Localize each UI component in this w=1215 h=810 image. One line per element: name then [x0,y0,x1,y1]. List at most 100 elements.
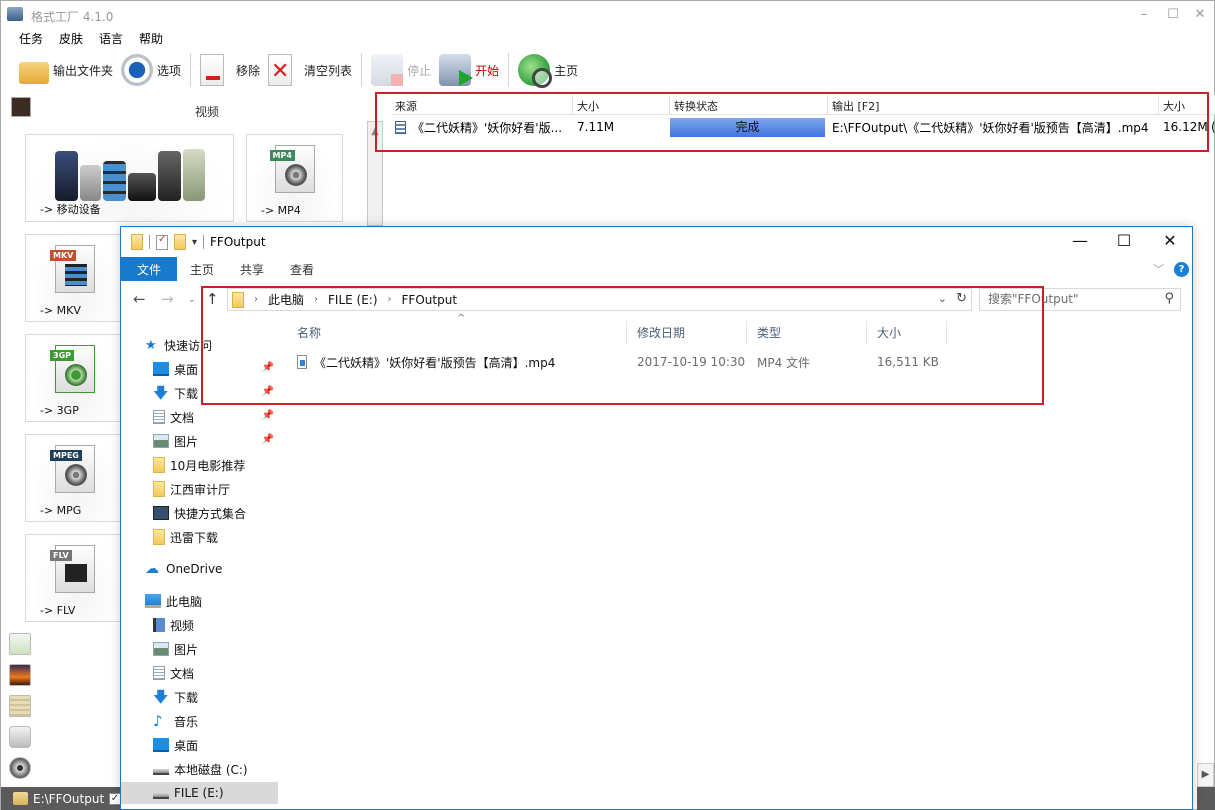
col-size[interactable]: 大小 [573,95,670,115]
menu-task[interactable]: 任务 [19,30,43,48]
address-dropdown-icon[interactable]: ⌄ [938,292,947,305]
homepage-button[interactable]: 主页 [514,52,582,88]
utilities-icon[interactable] [9,757,31,779]
customize-dropdown-icon[interactable]: ▾ [192,237,197,248]
pin-icon[interactable]: 📌 [262,410,274,421]
tile-mobile-device[interactable]: -> 移动设备 [25,134,234,222]
nav-item-local-disk[interactable]: 本地磁盘 (C:) [121,758,278,780]
nav-item-documents[interactable]: 文档 [121,662,278,684]
pin-icon[interactable]: 📌 [262,434,274,445]
new-folder-icon[interactable] [174,234,186,250]
ff-close-button[interactable]: ✕ [1190,7,1210,22]
explorer-minimize-button[interactable]: — [1065,231,1095,250]
breadcrumb-this-pc[interactable]: 此电脑 [268,291,304,308]
col-modified[interactable]: 修改日期 [627,321,747,345]
search-icon[interactable]: ⚲ [1164,291,1174,306]
col-name[interactable]: 名称 [287,321,627,345]
clear-list-button[interactable]: 清空列表 [264,52,356,88]
menu-help[interactable]: 帮助 [139,30,163,48]
rom-device-icon[interactable] [9,726,31,748]
nav-item-this-pc[interactable]: 此电脑 [121,590,278,612]
nav-item-quick-access-star[interactable]: ★ 快速访问 [121,334,278,356]
nav-item-downloads[interactable]: 🡇 下载 📌 [121,382,278,404]
pin-icon[interactable]: 📌 [262,362,274,373]
nav-item-documents[interactable]: 文档 📌 [121,406,278,428]
breadcrumb-chevron-icon[interactable]: › [254,294,258,305]
tile-flv[interactable]: FLV -> FLV [25,534,125,622]
ff-maximize-button[interactable]: ☐ [1163,7,1183,22]
breadcrumb-chevron-icon[interactable]: › [388,294,392,305]
breadcrumb-file-drive[interactable]: FILE (E:) [328,293,378,307]
tile-mp4[interactable]: MP4 -> MP4 [246,134,343,222]
resize-grip[interactable] [1197,787,1215,810]
breadcrumb-ffoutput[interactable]: FFOutput [402,293,458,307]
col-size[interactable]: 大小 [867,321,947,345]
nav-item-downloads[interactable]: 🡇 下载 [121,686,278,708]
tile-mpg[interactable]: MPEG -> MPG [25,434,125,522]
onedrive-cloud-icon: ☁ [145,561,159,577]
pin-icon[interactable]: 📌 [262,386,274,397]
options-label: 选项 [157,63,182,78]
nav-item-label: 下载 [174,386,199,401]
ff-toolbar: 输出文件夹 选项 移除 清空列表 停止 开始 主页 [15,51,582,89]
file-row[interactable]: 《二代妖精》'妖你好看'版预告【高清】.mp4 2017-10-19 10:30… [287,351,947,373]
explorer-titlebar: ▾ FFOutput — ☐ ✕ [121,227,1192,257]
audio-icon[interactable] [9,633,31,655]
forward-arrow-icon[interactable]: → [161,290,174,308]
nav-item-folder[interactable]: 10月电影推荐 [121,454,278,476]
help-icon[interactable]: ? [1174,262,1189,277]
tab-home[interactable]: 主页 [177,257,227,281]
options-button[interactable]: 选项 [117,52,185,88]
properties-icon[interactable] [156,234,168,250]
scroll-right-arrow-icon[interactable]: ▶ [1197,763,1214,787]
up-arrow-icon[interactable]: ↑ [206,290,219,308]
tile-3gp[interactable]: 3GP -> 3GP [25,334,125,422]
remove-button[interactable]: 移除 [196,52,264,88]
breadcrumb-chevron-icon[interactable]: › [314,294,318,305]
col-type[interactable]: 类型 [747,321,867,345]
nav-item-label: 桌面 [174,362,199,377]
back-arrow-icon[interactable]: ← [133,290,146,308]
output-path[interactable]: E:\FFOutput [33,792,104,806]
picture-icon[interactable] [9,664,31,686]
task-row[interactable]: 《二代妖精》'妖你好看'版... 7.11M 完成 E:\FFOutput\《二… [391,116,1215,138]
stop-button[interactable]: 停止 [367,52,435,88]
col-status[interactable]: 转换状态 [670,95,828,115]
col-source[interactable]: 来源 [391,95,573,115]
refresh-icon[interactable]: ↻ [956,291,967,306]
nav-item-desktop[interactable]: 桌面 📌 [121,358,278,380]
nav-item-shortcut-folder[interactable]: 快捷方式集合 [121,502,278,524]
nav-item-pictures[interactable]: 图片 📌 [121,430,278,452]
col-output-size[interactable]: 大小 [1159,95,1215,115]
start-button[interactable]: 开始 [435,52,503,88]
nav-item-desktop[interactable]: 桌面 [121,734,278,756]
nav-item-folder[interactable]: 迅雷下载 [121,526,278,548]
tile-scrollbar[interactable]: ▲ [367,121,383,226]
document-icon[interactable] [9,695,31,717]
tile-mkv[interactable]: MKV -> MKV [25,234,125,322]
tab-view[interactable]: 查看 [277,257,327,281]
output-folder-button[interactable]: 输出文件夹 [15,52,117,88]
recent-locations-chevron-icon[interactable]: ⌄ [188,295,196,305]
nav-item-videos[interactable]: 视频 [121,614,278,636]
category-header-video[interactable]: 视频 [9,97,364,121]
expand-ribbon-chevron-icon[interactable]: ﹀ [1153,261,1164,277]
video-file-icon [395,120,406,134]
explorer-close-button[interactable]: ✕ [1155,231,1185,250]
nav-item-drive[interactable]: FILE (E:) [121,782,278,804]
ff-minimize-button[interactable]: – [1134,7,1154,22]
search-input[interactable] [988,292,1158,306]
explorer-maximize-button[interactable]: ☐ [1109,231,1139,250]
tab-share[interactable]: 共享 [227,257,277,281]
address-bar[interactable]: › 此电脑 › FILE (E:) › FFOutput ⌄ ↻ [227,288,972,311]
menu-skin[interactable]: 皮肤 [59,30,83,48]
nav-item-folder[interactable]: 江西审计厅 [121,478,278,500]
nav-item-music[interactable]: ♪ 音乐 [121,710,278,732]
tab-file[interactable]: 文件 [121,257,178,281]
nav-item-pictures[interactable]: 图片 [121,638,278,660]
task-output-size: 16.12M [1163,120,1208,134]
nav-item-onedrive-cloud[interactable]: ☁ OneDrive [121,558,278,580]
col-output[interactable]: 输出 [F2] [828,95,1159,115]
menu-language[interactable]: 语言 [99,30,123,48]
scroll-up-arrow-icon[interactable]: ▲ [368,126,382,137]
